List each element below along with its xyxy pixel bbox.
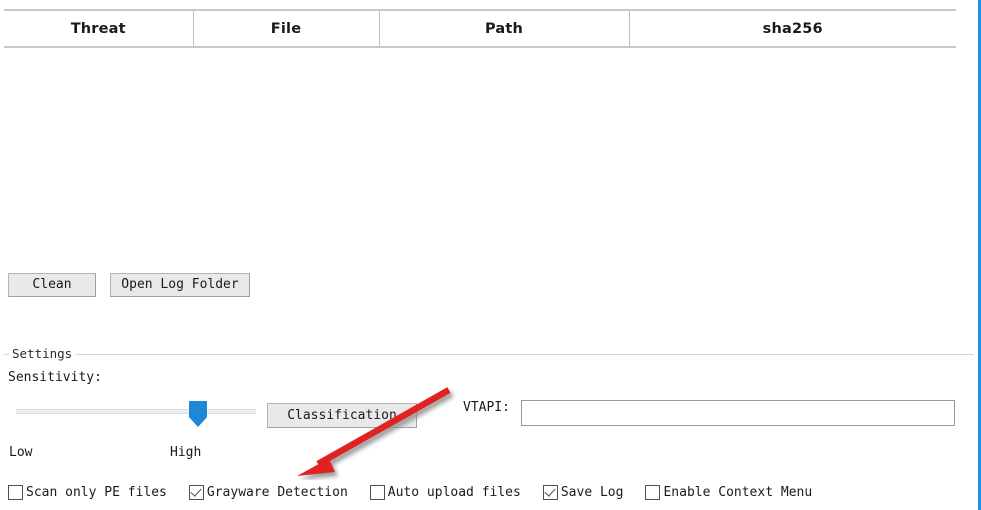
open-log-folder-button[interactable]: Open Log Folder xyxy=(110,273,250,297)
vtapi-input[interactable] xyxy=(521,400,955,426)
checkbox-unchecked-icon[interactable] xyxy=(8,484,23,500)
checkbox-label: Save Log xyxy=(560,484,624,500)
sensitivity-label: Sensitivity: xyxy=(8,370,102,385)
checkbox-item-2[interactable]: Auto upload files xyxy=(369,484,521,500)
checkbox-label: Grayware Detection xyxy=(206,484,348,500)
checkbox-item-0[interactable]: Scan only PE files xyxy=(8,484,167,500)
column-header-sha256[interactable]: sha256 xyxy=(629,9,956,48)
clean-button[interactable]: Clean xyxy=(8,273,96,297)
checkbox-label: Enable Context Menu xyxy=(663,484,813,500)
checkbox-unchecked-icon[interactable] xyxy=(369,484,385,500)
classification-button[interactable]: Classification xyxy=(267,403,417,428)
column-header-threat[interactable]: Threat xyxy=(4,9,194,48)
checkbox-checked-icon[interactable] xyxy=(188,484,204,500)
table-header-row: Threat File Path sha256 xyxy=(4,9,956,48)
threat-results-table: Threat File Path sha256 xyxy=(4,9,956,48)
slider-track[interactable] xyxy=(16,409,256,414)
checkbox-label: Auto upload files xyxy=(387,484,521,500)
sensitivity-slider[interactable] xyxy=(16,400,256,428)
vtapi-label: VTAPI: xyxy=(463,400,510,415)
checkbox-checked-icon[interactable] xyxy=(542,484,558,500)
slider-high-label: High xyxy=(170,445,202,460)
checkbox-item-1[interactable]: Grayware Detection xyxy=(188,484,348,500)
column-header-file[interactable]: File xyxy=(193,9,380,48)
column-header-path[interactable]: Path xyxy=(379,9,630,48)
settings-checkbox-row: Scan only PE files Grayware Detection Auto… xyxy=(8,481,834,503)
slider-thumb[interactable] xyxy=(189,401,207,427)
checkbox-label: Scan only PE files xyxy=(26,484,167,500)
checkbox-unchecked-icon[interactable] xyxy=(645,484,661,500)
slider-low-label: Low xyxy=(9,445,33,460)
settings-group-rule xyxy=(4,354,974,355)
checkbox-item-4[interactable]: Enable Context Menu xyxy=(645,484,813,500)
settings-group-label: Settings xyxy=(9,345,77,363)
checkbox-item-3[interactable]: Save Log xyxy=(542,484,624,500)
